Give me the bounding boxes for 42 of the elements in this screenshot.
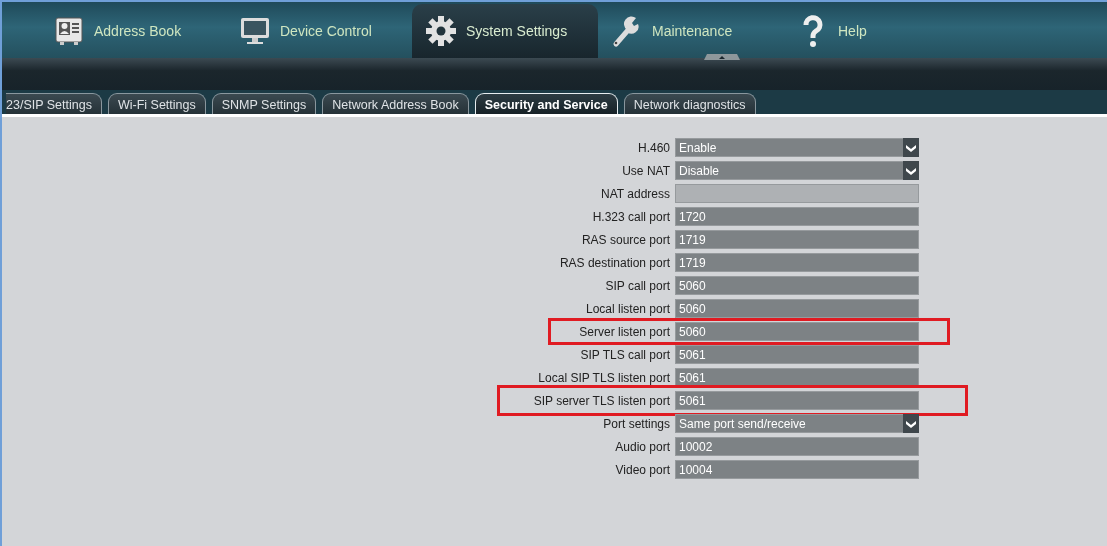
input-field[interactable]: 5060	[675, 276, 919, 295]
input-field[interactable]: 10002	[675, 437, 919, 456]
main-tab[interactable]: Address Book	[40, 4, 226, 58]
field-label: Video port	[614, 461, 671, 479]
sub-tab[interactable]: Network diagnostics	[623, 93, 756, 114]
field-label: Port settings	[602, 415, 671, 433]
main-tab[interactable]: System Settings	[412, 4, 598, 58]
sub-tab[interactable]: Network Address Book	[322, 93, 469, 114]
input-field[interactable]: 5061	[675, 391, 919, 410]
input-field[interactable]: 5060	[675, 299, 919, 318]
sub-tab[interactable]: Security and Service	[474, 93, 618, 114]
settings-icon	[424, 14, 458, 48]
main-tab[interactable]: Device Control	[226, 4, 412, 58]
dropdown[interactable]: Disable	[675, 161, 919, 180]
input-field[interactable]: 10004	[675, 460, 919, 479]
field-label: SIP call port	[604, 277, 671, 295]
input-field[interactable]: 1719	[675, 230, 919, 249]
field-label: RAS destination port	[558, 254, 671, 272]
field-label: SIP server TLS listen port	[532, 392, 671, 410]
field-label: NAT address	[600, 185, 671, 203]
field-label: Local SIP TLS listen port	[537, 369, 671, 387]
sub-tab[interactable]: SNMP Settings	[211, 93, 317, 114]
field-label: RAS source port	[580, 231, 671, 249]
field-label: Use NAT	[621, 162, 671, 180]
dropdown[interactable]: Same port send/receive	[675, 414, 919, 433]
field-label: Audio port	[614, 438, 671, 456]
main-tab[interactable]: Help	[784, 4, 970, 58]
field-label: SIP TLS call port	[579, 346, 671, 364]
field-label: H.323 call port	[591, 208, 671, 226]
dropdown[interactable]: Enable	[675, 138, 919, 157]
field-label: H.460	[636, 139, 671, 157]
main-tab[interactable]: Maintenance	[598, 4, 784, 58]
tab-pointer-icon	[704, 54, 740, 60]
sub-tab[interactable]: 23/SIP Settings	[6, 93, 102, 114]
input-field[interactable]: 1719	[675, 253, 919, 272]
input-field[interactable]: 1720	[675, 207, 919, 226]
input-field[interactable]: 5061	[675, 345, 919, 364]
field-label: Local listen port	[584, 300, 671, 318]
field-label: Server listen port	[578, 323, 671, 341]
input-field[interactable]: 5060	[675, 322, 919, 341]
sub-tab[interactable]: Wi-Fi Settings	[107, 93, 206, 114]
contact-card-icon	[52, 14, 86, 48]
